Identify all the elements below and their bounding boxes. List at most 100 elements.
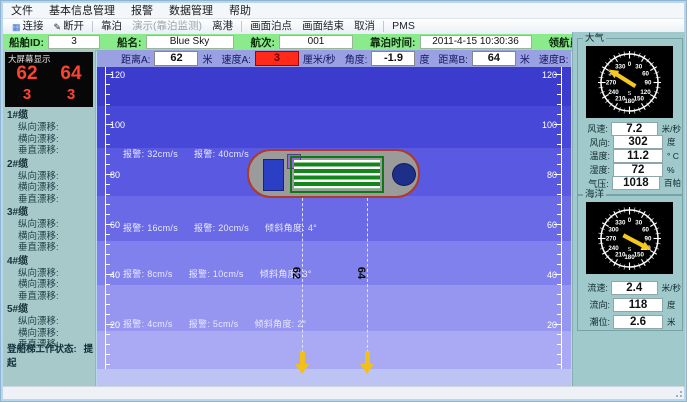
readout-unit: % — [667, 165, 675, 175]
ruler-tick — [106, 104, 110, 105]
ruler-tick — [557, 164, 561, 165]
readout-value: 7.2 — [611, 122, 658, 136]
ruler-tick — [557, 194, 561, 195]
depth-band-7 — [97, 331, 571, 369]
toolbar-separator — [92, 21, 93, 32]
menu-item-1[interactable]: 文件 — [3, 4, 41, 18]
info-field-label: 船舶ID: — [9, 35, 44, 50]
ruler-tick — [557, 364, 561, 365]
ruler-tick — [106, 264, 110, 265]
cable-drift-item: 纵向漂移: — [7, 316, 93, 328]
toolbar-button-9[interactable]: PMS — [387, 20, 420, 33]
status-bar — [3, 386, 684, 399]
toolbar-button-5[interactable]: 离港 — [207, 20, 238, 33]
toolbar-button-6[interactable]: 画面泊点 — [245, 20, 297, 33]
cable-group-title: 1#缆 — [7, 110, 93, 122]
cable-drift-item: 纵向漂移: — [7, 171, 93, 183]
measure-field-label: 距离B: — [438, 51, 467, 66]
ruler-tick — [557, 144, 561, 145]
measure-bar: 距离A:62米速度A:3厘米/秒角度:-1.9度距离B:64米速度B:3厘米/秒 — [97, 50, 571, 67]
ruler-label-120: 120 — [535, 70, 557, 80]
alarm-speed-b-text: 报警: 40cm/s — [194, 147, 249, 160]
menu-item-3[interactable]: 报警 — [123, 4, 161, 18]
ruler-tick — [557, 304, 561, 305]
resize-grip-icon[interactable] — [674, 389, 682, 397]
svg-text:330: 330 — [615, 220, 626, 227]
toolbar-button-8[interactable]: 取消 — [349, 20, 380, 33]
measure-field-label: 角度: — [345, 51, 368, 66]
down-arrow-icon — [360, 351, 374, 374]
readout-unit: 米/秒 — [662, 123, 681, 135]
ruler-label-20: 20 — [110, 320, 120, 330]
alarm-threshold-row-3: 报警: 8cm/s报警: 10cm/s倾斜角度: 3° — [123, 267, 312, 280]
info-field-2: 船名:Blue Sky — [117, 35, 234, 50]
measure-value-box: -1.9 — [371, 51, 415, 66]
info-field-value[interactable]: Blue Sky — [146, 35, 234, 49]
measure-value-box: 62 — [154, 51, 198, 66]
svg-text:60: 60 — [642, 226, 649, 233]
readout-label: 风向: — [579, 136, 610, 149]
readout-label: 温度: — [579, 149, 610, 162]
cable-drift-item: 纵向漂移: — [7, 219, 93, 231]
cable-group-3: 3#缆纵向漂移:横向漂移:垂直漂移: — [7, 207, 93, 254]
toolbar-button-7[interactable]: 画面结束 — [297, 20, 349, 33]
ruler-label-80: 80 — [535, 170, 557, 180]
readout-unit: 度 — [667, 299, 676, 311]
app-window: 文件基本信息管理报警数据管理帮助 ▦连接✎断开靠泊演示(靠泊监测)离港画面泊点画… — [0, 0, 687, 402]
readout-row-2: 流向:118度 — [579, 296, 681, 313]
ocean-groupbox-title: 海洋 — [583, 189, 606, 200]
cable-drift-item: 横向漂移: — [7, 182, 93, 194]
svg-text:270: 270 — [606, 236, 617, 243]
ruler-tick — [106, 204, 110, 205]
measure-field-1: 距离A:62米 — [121, 51, 212, 66]
depth-band-2 — [97, 106, 571, 148]
ruler-label-100: 100 — [535, 120, 557, 130]
readout-label: 风速: — [579, 122, 608, 135]
toolbar-button-label: 断开 — [63, 20, 84, 33]
svg-text:90: 90 — [645, 80, 652, 87]
alarm-speed-a-text: 报警: 16cm/s — [123, 221, 178, 234]
cable-group-1: 1#缆纵向漂移:横向漂移:垂直漂移: — [7, 110, 93, 157]
svg-text:240: 240 — [608, 245, 619, 252]
readout-row-2: 风向:302度 — [579, 136, 681, 150]
ruler-tick — [557, 204, 561, 205]
toolbar-button-3[interactable]: 靠泊 — [96, 20, 127, 33]
ruler-tick — [557, 214, 561, 215]
measure-value-box: 64 — [472, 51, 516, 66]
menu-item-4[interactable]: 数据管理 — [161, 4, 221, 18]
cable-drift-item: 垂直漂移: — [7, 242, 93, 254]
svg-text:150: 150 — [634, 252, 645, 259]
measure-field-4: 距离B:64米 — [438, 51, 529, 66]
ship-cargo-hold-blue — [263, 159, 284, 191]
toolbar-button-2[interactable]: ✎断开 — [49, 20, 90, 33]
info-field-value[interactable]: 2011-4-15 10:30:36 — [420, 35, 532, 49]
ruler-tick — [557, 94, 561, 95]
info-field-1: 船舶ID: 3 — [9, 35, 100, 50]
ruler-tick — [557, 234, 561, 235]
ruler-tick — [557, 284, 561, 285]
ruler-tick — [106, 284, 110, 285]
menu-item-2[interactable]: 基本信息管理 — [41, 4, 123, 18]
ruler-tick — [106, 254, 110, 255]
ruler-tick — [106, 94, 110, 95]
svg-text:60: 60 — [642, 70, 649, 77]
toolbar-button-1[interactable]: ▦连接 — [7, 20, 49, 33]
cable-group-2: 2#缆纵向漂移:横向漂移:垂直漂移: — [7, 159, 93, 206]
readout-value: 11.2 — [613, 149, 663, 163]
info-field-value[interactable]: 3 — [48, 35, 100, 49]
right-ruler-line — [561, 67, 562, 369]
readout-label: 流速: — [579, 281, 608, 294]
distance-marker-label: 62 — [288, 263, 304, 283]
ruler-tick — [106, 314, 110, 315]
cable-drift-item: 横向漂移: — [7, 279, 93, 291]
wind-direction-gauge: 0306090120150180210240270300330S — [586, 46, 673, 118]
ruler-tick — [557, 254, 561, 255]
big-screen-display: 大屏幕显示 6264 33 — [5, 52, 93, 107]
display-distance-value: 64 — [49, 63, 93, 85]
ruler-label-60: 60 — [110, 220, 120, 230]
ruler-tick — [106, 154, 110, 155]
info-field-value[interactable]: 001 — [279, 35, 353, 49]
measure-field-label: 距离A: — [121, 51, 150, 66]
ruler-tick — [106, 114, 110, 115]
menu-item-5[interactable]: 帮助 — [221, 4, 259, 18]
